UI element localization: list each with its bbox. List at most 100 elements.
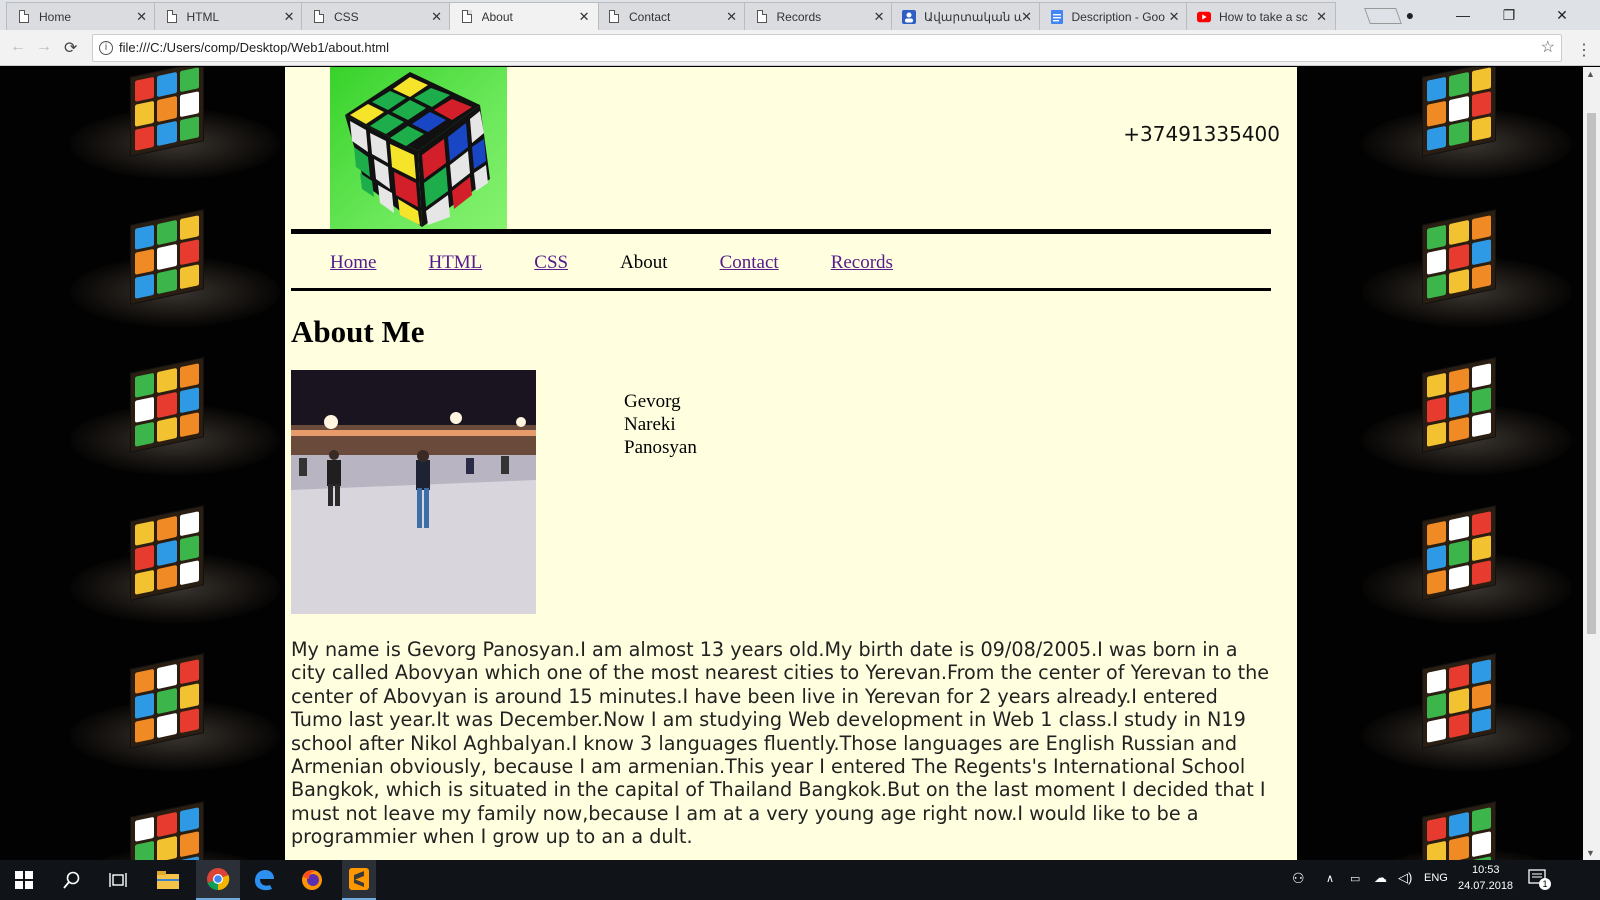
back-button[interactable]: ← [10, 38, 26, 56]
url-text: file:///C:/Users/comp/Desktop/Web1/about… [119, 40, 389, 55]
scroll-up-arrow-icon[interactable]: ▲ [1586, 69, 1595, 79]
network-icon[interactable]: ▭ [1350, 872, 1360, 885]
bookmark-star-icon[interactable]: ☆ [1541, 35, 1555, 61]
document-icon [165, 10, 179, 24]
address-bar[interactable]: i file:///C:/Users/comp/Desktop/Web1/abo… [92, 34, 1562, 62]
tab-css[interactable]: CSS ✕ [301, 2, 451, 30]
document-icon [312, 10, 326, 24]
tab-title: How to take a sc [1219, 9, 1308, 24]
sublime-text-icon[interactable] [342, 860, 376, 900]
tab-close-icon[interactable]: ✕ [579, 9, 590, 25]
tab-title: Description - Goo [1071, 9, 1165, 24]
tab-title: HTML [186, 9, 220, 24]
full-name: Gevorg Nareki Panosyan [624, 390, 697, 459]
tab-home[interactable]: Home ✕ [6, 2, 156, 30]
site-info-icon[interactable]: i [99, 41, 113, 55]
forward-button[interactable]: → [36, 38, 52, 56]
nav-link-contact[interactable]: Contact [720, 252, 779, 274]
profile-icon[interactable]: ● [1390, 0, 1430, 30]
name-line: Gevorg [624, 391, 681, 412]
background-cube-icon [70, 653, 280, 771]
page-viewport: +37491335400 Home HTML CSS About Contact Reco… [0, 67, 1583, 860]
profile-photo [291, 370, 536, 614]
tab-how-to-take-a-sc[interactable]: How to take a sc ✕ [1186, 2, 1336, 30]
minimize-button[interactable]: — [1440, 0, 1486, 30]
reload-button[interactable]: ⟳ [64, 38, 77, 58]
tab-title: Contact [629, 9, 671, 24]
contacts-icon [902, 9, 916, 24]
nav-link-records[interactable]: Records [831, 252, 893, 274]
rubiks-cube-logo [330, 67, 507, 230]
tab-records[interactable]: Records ✕ [743, 2, 894, 30]
tab-strip: Home ✕ HTML ✕ CSS ✕ About ✕ Contact ✕ Records ✕ Ավար… [0, 0, 1600, 30]
tab-title: Ավարտական ա [924, 9, 1022, 24]
document-icon [607, 10, 621, 24]
document-icon [17, 10, 31, 24]
name-line: Nareki [624, 414, 676, 435]
tab-close-icon[interactable]: ✕ [1021, 9, 1032, 25]
tab-description-goo[interactable]: Description - Goo ✕ [1038, 2, 1189, 30]
background-cube-icon [1362, 505, 1572, 623]
tab-close-icon[interactable]: ✕ [431, 9, 442, 25]
tab-about[interactable]: About ✕ [448, 2, 599, 30]
input-language[interactable]: ENG [1424, 872, 1448, 884]
nav-link-home[interactable]: Home [330, 252, 376, 274]
onedrive-icon[interactable]: ☁ [1374, 870, 1387, 886]
search-icon[interactable] [58, 866, 86, 894]
browser-toolbar: ← → ⟳ i file:///C:/Users/comp/Desktop/We… [0, 30, 1600, 66]
tab-close-icon[interactable]: ✕ [1169, 9, 1180, 25]
tab-close-icon[interactable]: ✕ [726, 9, 737, 25]
tab-title: About [481, 9, 513, 24]
background-cube-icon [1362, 67, 1572, 179]
nav-divider [291, 288, 1271, 291]
clock-time[interactable]: 10:53 [1472, 864, 1500, 876]
main-navigation: Home HTML CSS About Contact Records [330, 252, 945, 274]
tab-html[interactable]: HTML ✕ [153, 2, 304, 30]
tab-close-icon[interactable]: ✕ [874, 9, 885, 25]
clock-date[interactable]: 24.07.2018 [1458, 880, 1513, 892]
tray-expand-icon[interactable]: ∧ [1326, 872, 1334, 885]
background-cube-icon [1362, 209, 1572, 327]
chrome-icon[interactable] [196, 860, 240, 900]
firefox-icon[interactable] [298, 866, 326, 894]
nav-link-about: About [620, 252, 668, 273]
background-cube-icon [70, 209, 280, 327]
tab-close-icon[interactable]: ✕ [284, 9, 295, 25]
tab-close-icon[interactable]: ✕ [1316, 9, 1327, 25]
window-close-button[interactable]: ✕ [1532, 0, 1592, 30]
maximize-button[interactable]: ❐ [1486, 0, 1532, 30]
task-view-icon[interactable] [104, 866, 132, 894]
tab-contact[interactable]: Contact ✕ [596, 2, 746, 30]
windows-start-icon[interactable] [10, 866, 38, 894]
biography-paragraph: My name is Gevorg Panosyan.I am almost 1… [291, 638, 1270, 849]
tab-title: Records [776, 9, 822, 24]
background-cube-icon [1362, 801, 1572, 860]
scrollbar-thumb[interactable] [1587, 113, 1596, 634]
action-center-icon[interactable]: 1 [1528, 868, 1551, 890]
docs-icon [1050, 9, 1064, 24]
header-divider [291, 229, 1271, 234]
nav-link-html[interactable]: HTML [428, 252, 482, 274]
browser-menu-icon[interactable]: ⋮ [1576, 40, 1592, 60]
background-cube-icon [1362, 653, 1572, 771]
background-cube-icon [70, 505, 280, 623]
background-cube-icon [70, 67, 280, 179]
background-cube-icon [70, 357, 280, 475]
document-icon [755, 10, 769, 24]
tab-close-icon[interactable]: ✕ [136, 9, 147, 25]
background-cube-icon [70, 801, 280, 860]
people-icon[interactable]: ⚇ [1292, 870, 1305, 887]
tab-title: CSS [334, 9, 359, 24]
file-explorer-icon[interactable] [154, 866, 182, 894]
edge-icon[interactable] [250, 866, 278, 894]
notification-count-badge: 1 [1539, 878, 1551, 890]
page-title: About Me [291, 314, 425, 349]
volume-icon[interactable]: ◁) [1398, 870, 1412, 886]
name-line: Panosyan [624, 437, 697, 458]
document-icon [460, 10, 474, 24]
tab-[interactable]: Ավարտական ա ✕ [891, 2, 1041, 30]
windows-taskbar: ⚇ ∧ ▭ ☁ ◁) ENG 10:53 24.07.2018 1 [0, 860, 1600, 900]
scroll-down-arrow-icon[interactable]: ▼ [1586, 848, 1595, 858]
nav-link-css[interactable]: CSS [534, 252, 568, 274]
page-scrollbar[interactable]: ▲ ▼ [1583, 67, 1600, 860]
